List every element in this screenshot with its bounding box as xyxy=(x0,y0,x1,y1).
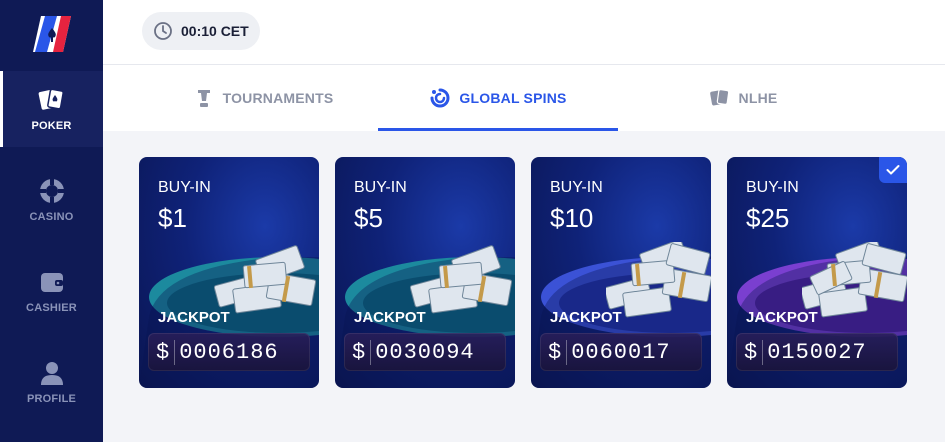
jackpot-label: JACKPOT xyxy=(158,309,230,326)
sidebar-item-poker[interactable]: POKER xyxy=(0,71,103,147)
jackpot-amount: 0030094 xyxy=(375,339,475,365)
money-stack-icon xyxy=(410,245,513,314)
selected-checkmark xyxy=(879,157,907,183)
tab-bar: TOURNAMENTS GLOBAL SPINS NLHE xyxy=(103,65,945,131)
jackpot-label: JACKPOT xyxy=(354,309,426,326)
jackpot-counter: $ 0030094 xyxy=(344,333,506,371)
spin-icon xyxy=(429,87,451,109)
jackpot-label: JACKPOT xyxy=(550,309,622,326)
chip-icon xyxy=(38,177,66,205)
sidebar-item-casino[interactable]: CASINO xyxy=(0,162,103,238)
top-bar: 00:10 CET xyxy=(103,0,945,65)
trophy-icon xyxy=(193,87,215,109)
jackpot-amount: 0060017 xyxy=(571,339,671,365)
sidebar-item-label: PROFILE xyxy=(26,393,77,405)
sidebar-item-label: CASINO xyxy=(29,211,74,223)
spin-card[interactable]: BUY-IN $10 JACKPOT $ 0060017 xyxy=(531,157,711,388)
tab-label: NLHE xyxy=(738,90,778,106)
spin-card[interactable]: BUY-IN $25 JACKPOT $ 0150027 xyxy=(727,157,907,388)
buyin-amount: $1 xyxy=(158,203,187,233)
jackpot-label: JACKPOT xyxy=(746,309,818,326)
buyin-amount: $5 xyxy=(354,203,383,233)
currency-symbol: $ xyxy=(156,339,176,365)
cards-icon xyxy=(38,86,66,114)
tab-nlhe[interactable]: NLHE xyxy=(683,65,803,131)
tab-global-spins[interactable]: GLOBAL SPINS xyxy=(378,65,618,131)
buyin-label: BUY-IN xyxy=(550,179,603,196)
jackpot-counter: $ 0060017 xyxy=(540,333,702,371)
wallet-icon xyxy=(38,268,66,296)
time-display: 00:10 CET xyxy=(142,12,260,50)
tab-tournaments[interactable]: TOURNAMENTS xyxy=(183,65,343,131)
jackpot-counter: $ 0150027 xyxy=(736,333,898,371)
brand-logo[interactable] xyxy=(27,12,77,56)
buyin-label: BUY-IN xyxy=(354,179,407,196)
buyin-amount: $25 xyxy=(746,203,790,233)
time-text: 00:10 CET xyxy=(181,23,249,39)
sidebar: POKER CASINO CASHIER PROFILE xyxy=(0,0,103,442)
sidebar-item-cashier[interactable]: CASHIER xyxy=(0,253,103,329)
jackpot-counter: $ 0006186 xyxy=(148,333,310,371)
jackpot-amount: 0150027 xyxy=(767,339,867,365)
checkmark-icon xyxy=(886,165,900,175)
tab-label: GLOBAL SPINS xyxy=(459,90,567,106)
currency-symbol: $ xyxy=(548,339,568,365)
sidebar-item-profile[interactable]: PROFILE xyxy=(0,344,103,420)
tab-label: TOURNAMENTS xyxy=(222,90,334,106)
currency-symbol: $ xyxy=(744,339,764,365)
spin-card[interactable]: BUY-IN $5 JACKPOT $ 0030094 xyxy=(335,157,515,388)
currency-symbol: $ xyxy=(352,339,372,365)
jackpot-amount: 0006186 xyxy=(179,339,279,365)
buyin-label: BUY-IN xyxy=(746,179,799,196)
buyin-label: BUY-IN xyxy=(158,179,211,196)
cards-icon xyxy=(709,87,731,109)
sidebar-item-label: CASHIER xyxy=(26,302,77,314)
clock-icon xyxy=(154,22,172,40)
user-icon xyxy=(38,359,66,387)
money-stack-icon xyxy=(214,245,317,314)
buyin-amount: $10 xyxy=(550,203,594,233)
sidebar-item-label: POKER xyxy=(31,120,72,132)
money-stack-icon xyxy=(802,242,907,318)
money-stack-icon xyxy=(606,242,711,318)
spin-card[interactable]: BUY-IN $1 JACKPOT $ 0006186 xyxy=(139,157,319,388)
